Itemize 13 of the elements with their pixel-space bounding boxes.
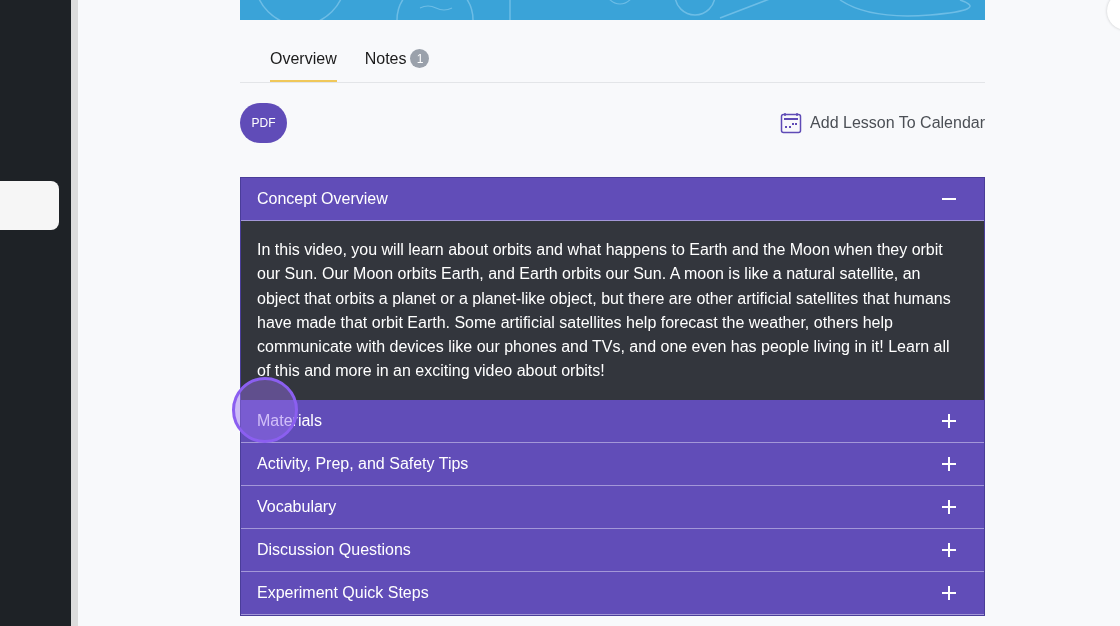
pdf-button[interactable]: PDF: [240, 103, 287, 143]
count-badge: 1: [410, 49, 430, 68]
calendar-icon: [780, 112, 803, 134]
tab[interactable]: Notes 1: [364, 39, 430, 82]
tab[interactable]: Overview: [270, 39, 337, 82]
accordion-header[interactable]: Concept Overview: [241, 178, 984, 221]
accordion-header[interactable]: Experiment Quick Steps: [241, 571, 984, 615]
add-to-calendar-link[interactable]: Add Lesson To Calendar: [780, 112, 985, 134]
accordion-header[interactable]: Discussion Questions: [241, 528, 984, 572]
accordion-header[interactable]: Activity, Prep, and Safety Tips: [241, 442, 984, 486]
accordion-header[interactable]: Vocabulary: [241, 485, 984, 529]
sidebar-item[interactable]: [0, 181, 59, 230]
description-text: In this video, you will learn about orbits and what happens to Earth and the Moon when they orbit our Sun. Our Moon orbits Earth, and Earth orbits our Sun. A moon is like a natural satellite, an object that orbits a planet or a planet-like object, but there are other artificial satellites that humans have made that orbit Earth. Some artificial satellites help forecast the weather, others help communicate with devices like our phones and TVs, and one even has people living in it! Learn all of this and more in an exciting video about orbits!: [257, 240, 952, 382]
